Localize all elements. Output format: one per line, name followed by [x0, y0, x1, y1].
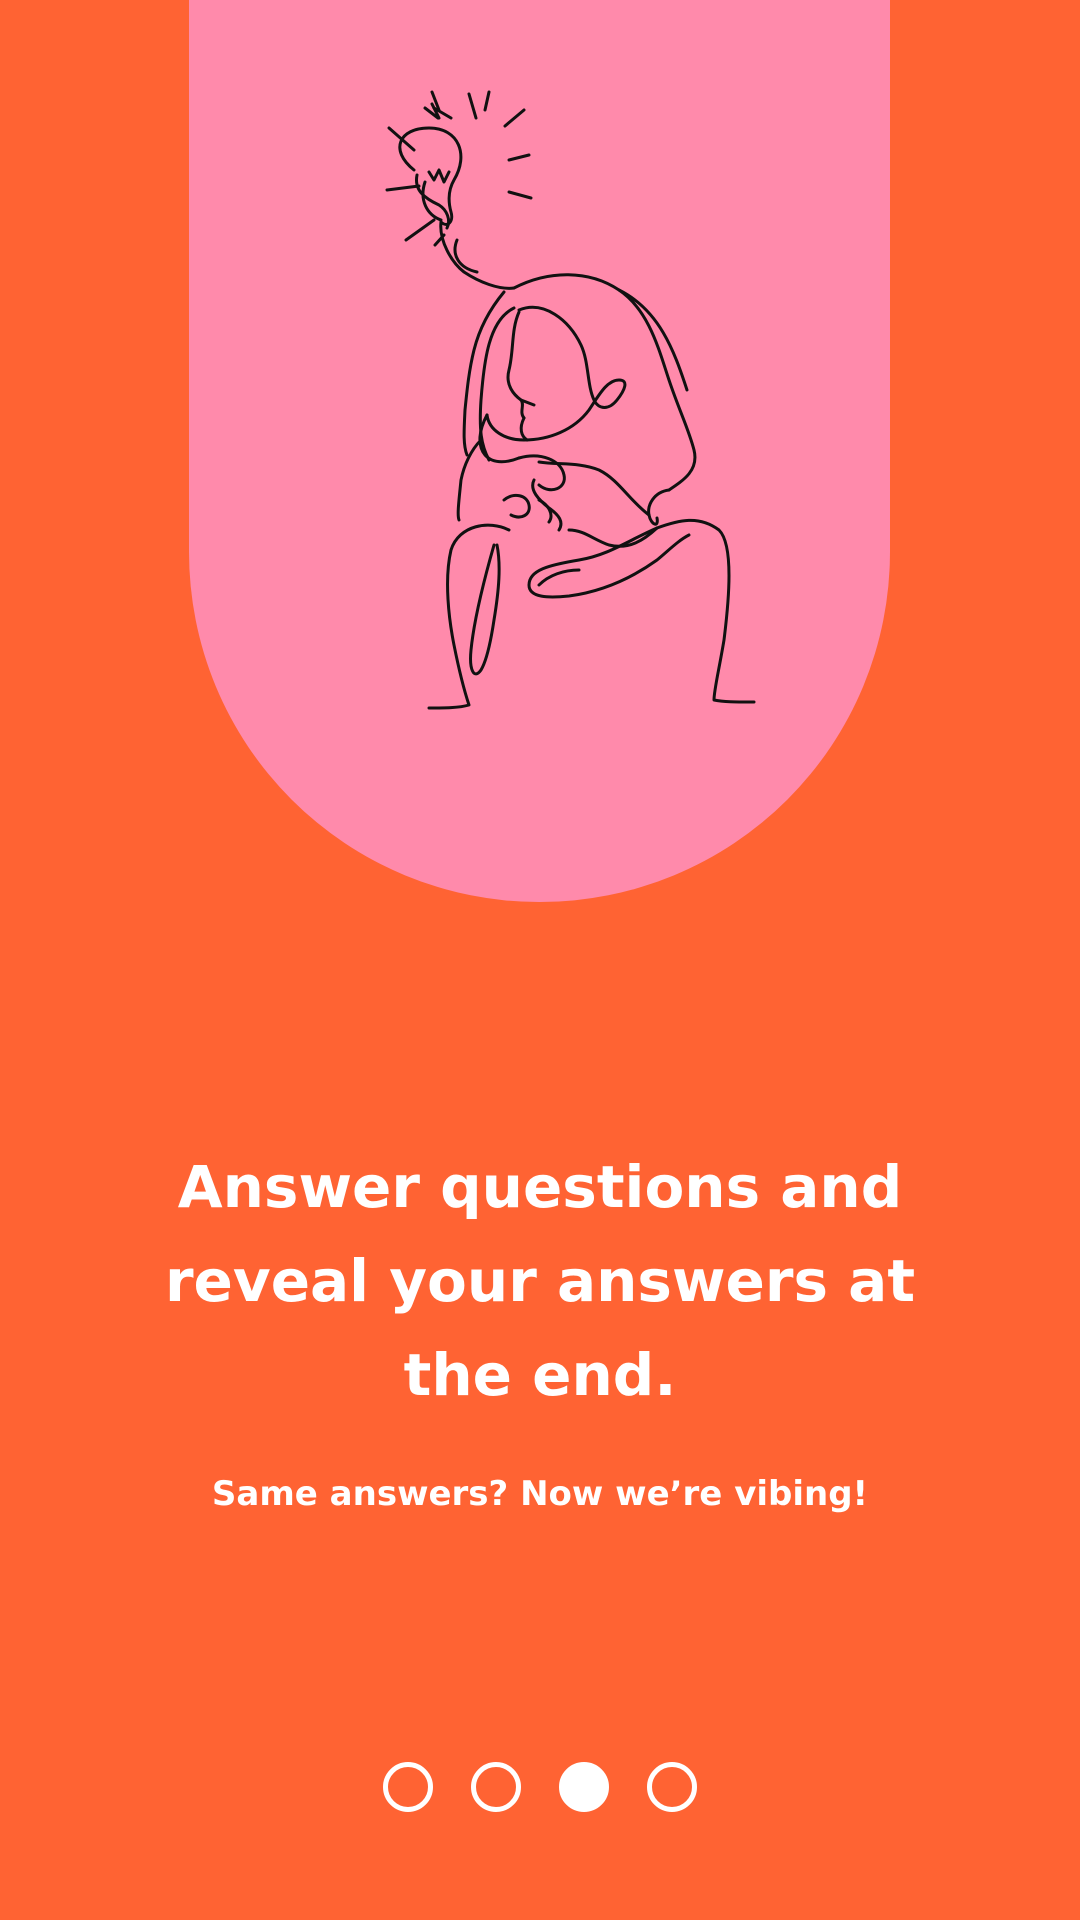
page-indicator	[0, 1762, 1080, 1816]
page-dot-3-active[interactable]	[559, 1762, 609, 1812]
onboarding-headline: Answer questions and reveal your answers…	[164, 1153, 916, 1409]
page-dot-2[interactable]	[471, 1762, 521, 1812]
thinking-person-lightbulb-icon	[385, 90, 756, 710]
page-dot-4[interactable]	[647, 1762, 697, 1812]
onboarding-subtitle: Same answers? Now we’re vibing!	[211, 1474, 869, 1514]
hero-card	[189, 0, 890, 902]
page-dot-1[interactable]	[383, 1762, 433, 1812]
